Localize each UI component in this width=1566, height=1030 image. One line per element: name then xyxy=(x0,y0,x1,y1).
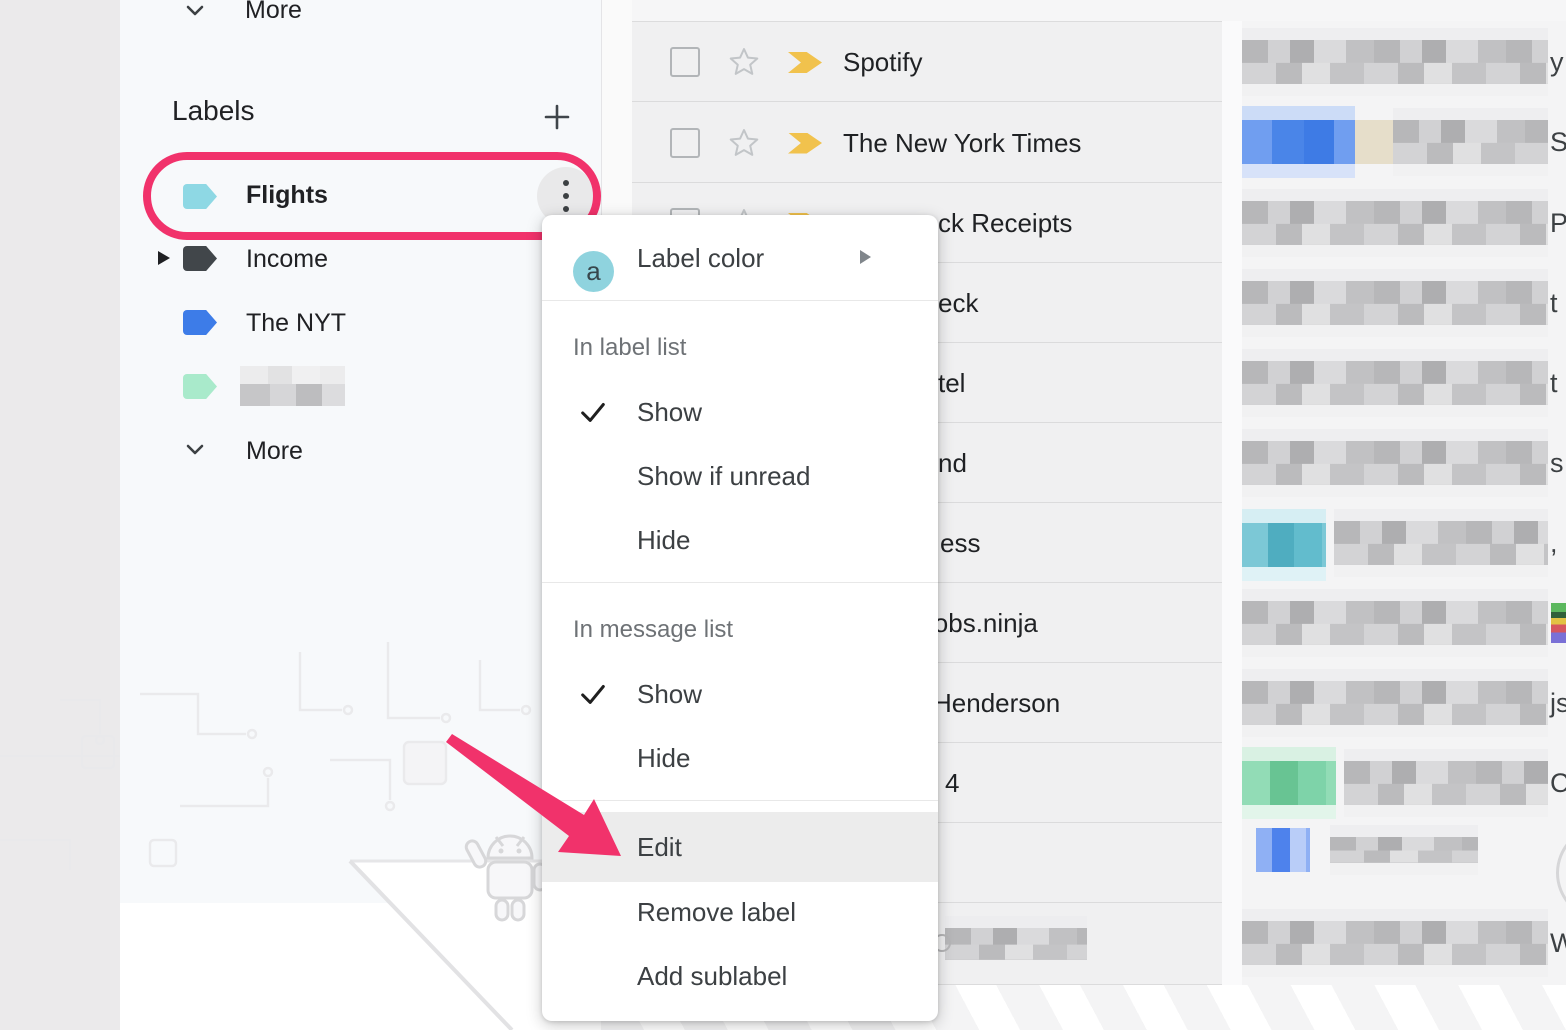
star-outline-icon[interactable] xyxy=(728,46,760,78)
email-sender: The New York Times xyxy=(843,128,1081,159)
menu-item-edit[interactable]: Edit xyxy=(542,817,938,877)
email-sender: jobs.ninja xyxy=(928,608,1038,639)
clipped-snippet-text: t xyxy=(1550,288,1558,319)
email-sender: Spotify xyxy=(843,47,923,78)
clipped-snippet-text: t xyxy=(1550,368,1558,399)
redacted-snippet xyxy=(1242,361,1548,405)
email-sender: ck Receipts xyxy=(938,208,1072,239)
menu-item-hide-message-list[interactable]: Hide xyxy=(542,728,938,788)
redacted-snippet xyxy=(1242,681,1548,725)
importance-marker-icon[interactable] xyxy=(788,133,822,154)
email-sender: nd xyxy=(938,448,967,479)
label-color-swatch-icon: a xyxy=(573,251,614,292)
labels-section-header: Labels xyxy=(172,95,255,127)
redacted-snippet xyxy=(1242,281,1548,325)
clipped-snippet-text: js xyxy=(1550,688,1566,719)
chevron-down-icon[interactable] xyxy=(182,0,208,24)
sidebar-item-more-top[interactable]: More xyxy=(245,0,302,25)
star-outline-icon[interactable] xyxy=(728,127,760,159)
redacted-snippet xyxy=(1242,921,1548,965)
redacted-snippet xyxy=(1242,40,1548,84)
redacted-link-block xyxy=(1242,761,1336,805)
email-sender: ess xyxy=(940,528,980,559)
menu-item-show-message-list[interactable]: Show xyxy=(542,664,938,724)
select-checkbox-icon[interactable] xyxy=(670,128,700,158)
redacted-label-name xyxy=(240,366,345,406)
redacted-snippet xyxy=(1334,521,1548,565)
clipped-snippet-text: , xyxy=(1550,528,1558,559)
menu-item-remove-label[interactable]: Remove label xyxy=(542,882,938,942)
chevron-down-icon[interactable] xyxy=(182,437,208,463)
redacted-snippet xyxy=(1393,120,1548,164)
clipped-snippet-text: s xyxy=(1550,448,1564,479)
redacted-sender xyxy=(945,928,1087,960)
submenu-arrow-icon xyxy=(860,250,871,264)
email-list-top-edge xyxy=(632,0,1566,22)
redacted-snippet xyxy=(1242,201,1548,245)
email-sender: 4 xyxy=(945,768,959,799)
redacted-snippet xyxy=(1355,120,1393,164)
select-checkbox-icon[interactable] xyxy=(670,47,700,77)
clipped-snippet-text: y xyxy=(1550,47,1564,78)
checkmark-icon xyxy=(578,397,608,427)
redacted-icon-block xyxy=(1256,828,1310,872)
menu-item-show-label-list[interactable]: Show xyxy=(542,382,938,442)
email-sender: tel xyxy=(938,368,965,399)
email-row[interactable]: Spotify xyxy=(632,22,1222,102)
email-row[interactable]: The New York Times xyxy=(632,102,1222,183)
annotation-highlight-oval xyxy=(143,152,601,240)
redacted-snippet xyxy=(1242,601,1548,645)
checkmark-icon xyxy=(578,679,608,709)
redacted-link-block xyxy=(1242,120,1355,164)
email-sender: eck xyxy=(938,288,978,319)
sidebar-item-label-nyt[interactable]: The NYT xyxy=(246,309,346,338)
menu-item-show-if-unread[interactable]: Show if unread xyxy=(542,446,938,506)
menu-section-header: In label list xyxy=(573,328,686,368)
colorful-favicon-icon xyxy=(1551,603,1566,643)
background-under-sidebar xyxy=(120,903,601,1030)
clipped-snippet-text: C xyxy=(1550,768,1566,799)
menu-item-add-sublabel[interactable]: Add sublabel xyxy=(542,946,938,1006)
clipped-snippet-text: P xyxy=(1550,208,1566,239)
redacted-snippet xyxy=(1344,761,1548,805)
importance-marker-icon[interactable] xyxy=(788,52,822,73)
list-gap-strip xyxy=(1222,21,1242,985)
redacted-link-block xyxy=(1242,523,1326,567)
menu-divider xyxy=(542,300,938,301)
background-left-strip xyxy=(0,0,120,1030)
menu-section-header: In message list xyxy=(573,610,733,650)
clipped-snippet-text: S xyxy=(1550,127,1566,158)
menu-divider xyxy=(542,800,938,801)
email-sender: Henderson xyxy=(933,688,1060,719)
sidebar-item-more-labels[interactable]: More xyxy=(246,437,303,466)
menu-item-hide-label-list[interactable]: Hide xyxy=(542,510,938,570)
menu-divider xyxy=(542,582,938,583)
clipped-snippet-text: W xyxy=(1550,928,1566,959)
screenshot-stage: Spotify The New York Times ck Receipts eck t… xyxy=(0,0,1566,1030)
label-context-menu: a Label color In label list Show Show if… xyxy=(542,215,938,1021)
redacted-snippet xyxy=(1242,441,1548,485)
sidebar-item-label-income[interactable]: Income xyxy=(246,245,328,274)
create-new-label-button[interactable] xyxy=(541,101,573,133)
menu-item-label-color[interactable]: a Label color xyxy=(542,228,938,288)
triangle-right-icon[interactable] xyxy=(158,251,170,265)
redacted-snippet xyxy=(1330,837,1478,863)
